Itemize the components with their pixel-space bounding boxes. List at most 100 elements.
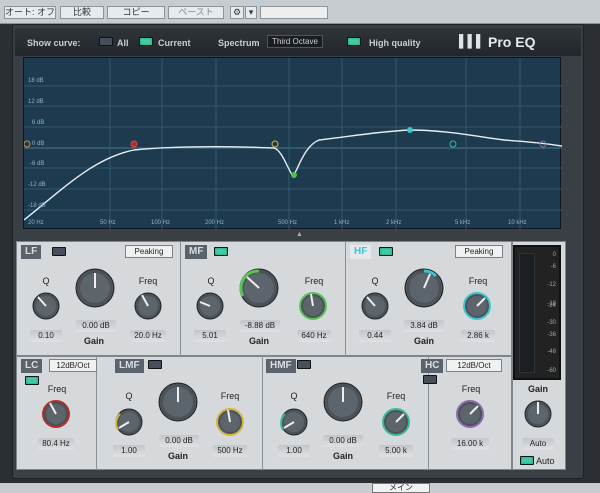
lmf-gain-knob[interactable] — [156, 380, 200, 424]
divider — [96, 356, 97, 470]
hc-freq-value: 16.00 k — [451, 438, 489, 450]
meter-scale-0: 0 — [552, 252, 556, 258]
paste-button[interactable]: ペースト — [168, 6, 224, 19]
meter-scale-6: -6 — [550, 264, 556, 270]
mf-gain-knob[interactable] — [237, 266, 281, 310]
chevron-down-icon[interactable]: ▾ — [245, 6, 257, 19]
lc-freq-knob[interactable] — [40, 398, 72, 430]
hmf-handle — [449, 140, 457, 148]
lf-freq-value: 20.0 Hz — [130, 330, 166, 342]
hc-freq-label: Freq — [461, 384, 481, 394]
high-quality-label: High quality — [369, 38, 421, 48]
mf-gain-value: -8.88 dB — [240, 320, 280, 332]
hmf-freq-knob[interactable] — [380, 406, 412, 438]
hmf-gain-knob[interactable] — [321, 380, 365, 424]
lf-handle — [24, 140, 31, 148]
meter-scale-36: -36 — [547, 332, 556, 338]
spectrum-select[interactable]: Third Octave — [267, 35, 323, 48]
hf-handle — [407, 127, 413, 133]
auto-gain-toggle[interactable] — [520, 456, 534, 465]
mf-freq-label: Freq — [304, 276, 324, 286]
lc-enable-toggle[interactable] — [25, 376, 39, 385]
hf-gain-value: 3.84 dB — [404, 320, 444, 332]
mf-q-label: Q — [207, 276, 215, 286]
hf-q-knob[interactable] — [359, 290, 391, 322]
x-label-1khz: 1 kHz — [334, 220, 350, 226]
hc-title: HC — [421, 359, 444, 373]
lmf-freq-knob[interactable] — [214, 406, 246, 438]
mf-enable-toggle[interactable] — [214, 247, 228, 256]
lmf-gain-value: 0.00 dB — [159, 435, 199, 447]
hf-q-label: Q — [371, 276, 379, 286]
hmf-gain-value: 0.00 dB — [323, 435, 363, 447]
show-curve-label: Show curve: — [27, 38, 81, 48]
eq-header: Show curve: All Current Spectrum Third O… — [15, 28, 581, 56]
x-label-200hz: 200 Hz — [205, 220, 225, 226]
hc-mode-select[interactable]: 12dB/Oct — [446, 359, 502, 372]
lf-enable-toggle[interactable] — [52, 247, 66, 256]
x-label-20hz: 20 Hz — [28, 220, 44, 226]
output-gain-label: Gain — [527, 384, 548, 394]
eq-curve-display[interactable]: 18 dB 12 dB 6 dB 0 dB -6 dB -12 dB -18 d… — [23, 57, 562, 230]
lf-mode-select[interactable]: Peaking — [125, 245, 173, 258]
show-current-toggle[interactable] — [139, 37, 153, 46]
lf-freq-label: Freq — [138, 276, 158, 286]
x-label-50hz: 50 Hz — [100, 220, 116, 226]
hmf-title: HMF — [266, 359, 296, 373]
y-label-6: 6 dB — [32, 120, 45, 126]
hmf-gain-label: Gain — [332, 451, 353, 461]
lf-title: LF — [21, 245, 42, 259]
hf-enable-toggle[interactable] — [379, 247, 393, 256]
hmf-freq-value: 5.00 k — [379, 445, 413, 457]
lmf-title: LMF — [115, 359, 144, 373]
show-all-toggle[interactable] — [99, 37, 113, 46]
x-label-2khz: 2 kHz — [386, 220, 402, 226]
plugin-toolbar: オート: オフ 比較 コピー ペースト ⚙ ▾ — [0, 0, 600, 24]
meter-scale-24: -24 — [547, 303, 556, 309]
gear-icon[interactable]: ⚙ — [230, 6, 244, 19]
lf-q-knob[interactable] — [30, 290, 62, 322]
lmf-q-knob[interactable] — [113, 406, 145, 438]
footer-bar — [0, 483, 600, 493]
hmf-enable-toggle[interactable] — [297, 360, 311, 369]
hf-mode-select[interactable]: Peaking — [455, 245, 503, 258]
preset-field[interactable] — [260, 6, 328, 19]
high-quality-toggle[interactable] — [347, 37, 361, 46]
lf-freq-knob[interactable] — [132, 290, 164, 322]
y-label-m6: -6 dB — [30, 161, 45, 167]
lc-freq-label: Freq — [47, 384, 67, 394]
lc-handle — [130, 140, 138, 148]
output-gain-knob[interactable] — [522, 398, 554, 430]
main-tab[interactable]: メイン — [372, 483, 430, 493]
mf-q-knob[interactable] — [194, 290, 226, 322]
hf-gain-knob[interactable] — [402, 266, 446, 310]
brand-label: Pro EQ — [488, 34, 536, 50]
lf-q-label: Q — [42, 276, 50, 286]
copy-button[interactable]: コピー — [107, 6, 165, 19]
lmf-q-label: Q — [125, 391, 133, 401]
hc-freq-knob[interactable] — [454, 398, 486, 430]
lmf-enable-toggle[interactable] — [148, 360, 162, 369]
hf-freq-value: 2.86 k — [461, 330, 495, 342]
y-label-0: 0 dB — [32, 141, 45, 147]
divider — [345, 241, 346, 356]
lc-mode-select[interactable]: 12dB/Oct — [49, 359, 97, 372]
lf-gain-knob[interactable] — [73, 266, 117, 310]
hf-q-value: 0.44 — [359, 330, 391, 342]
compare-button[interactable]: 比較 — [60, 6, 104, 19]
mf-freq-knob[interactable] — [297, 290, 329, 322]
hmf-q-knob[interactable] — [278, 406, 310, 438]
meter-scale-30: -30 — [547, 320, 556, 326]
y-label-18: 18 dB — [28, 78, 44, 84]
mf-handle — [291, 172, 297, 178]
triangle-up-icon[interactable]: ▲ — [296, 231, 306, 239]
hf-freq-knob[interactable] — [461, 290, 493, 322]
divider — [262, 356, 263, 470]
spectrum-label: Spectrum — [218, 38, 260, 48]
mf-q-value: 5.01 — [194, 330, 226, 342]
divider — [428, 356, 429, 470]
lmf-gain-label: Gain — [167, 451, 188, 461]
auto-off-button[interactable]: オート: オフ — [4, 6, 56, 19]
hc-enable-toggle[interactable] — [423, 375, 437, 384]
eq-graph-svg — [24, 58, 562, 230]
